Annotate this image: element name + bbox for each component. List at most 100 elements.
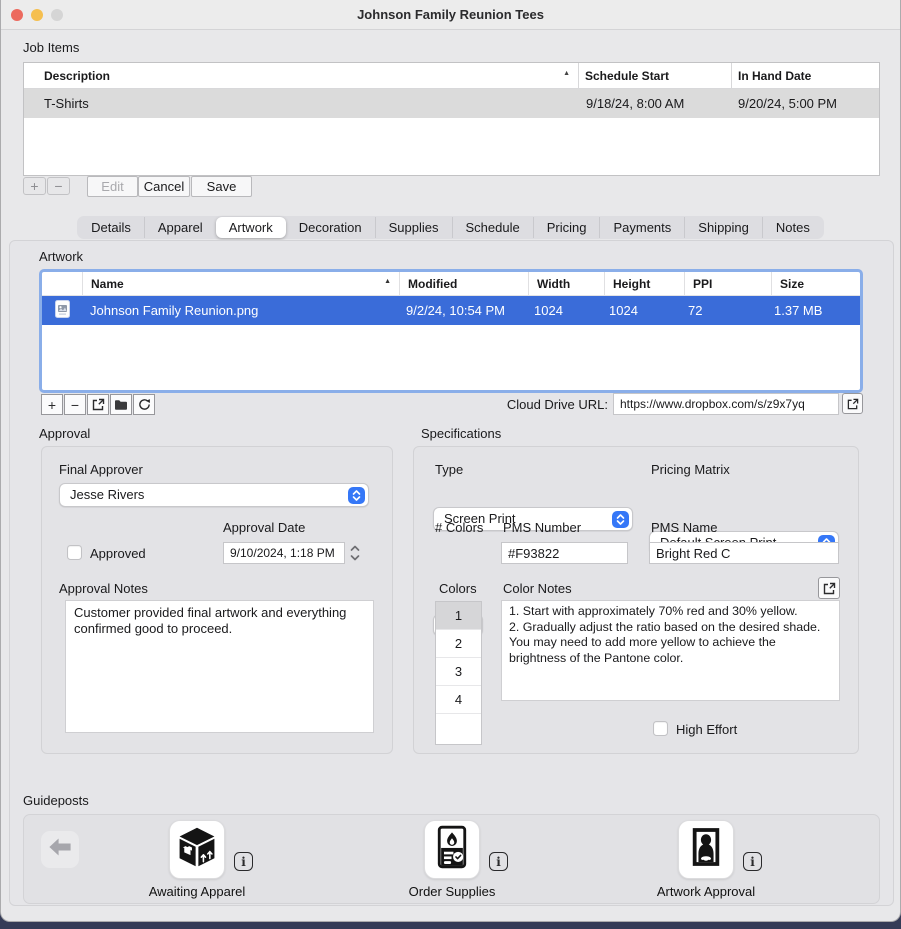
add-artwork-button[interactable]: + — [41, 394, 63, 415]
job-items-section-label: Job Items — [23, 40, 79, 55]
tab-apparel[interactable]: Apparel — [144, 217, 216, 238]
order-supplies-button[interactable] — [424, 820, 480, 879]
approval-notes-textarea[interactable]: Customer provided final artwork and ever… — [65, 600, 374, 733]
job-items-table[interactable]: Description ▲ Schedule Start In Hand Dat… — [23, 62, 880, 176]
awaiting-apparel-button[interactable] — [169, 820, 225, 879]
artwork-width-cell: 1024 — [526, 303, 601, 318]
dropdown-stepper-icon — [612, 511, 629, 528]
app-window: Johnson Family Reunion Tees Job Items De… — [0, 0, 901, 922]
image-file-icon — [55, 300, 70, 321]
order-supplies-info-icon[interactable]: i — [489, 852, 508, 871]
export-artwork-icon[interactable] — [87, 394, 109, 415]
pms-number-input[interactable]: #F93822 — [501, 542, 628, 564]
title-bar: Johnson Family Reunion Tees — [1, 0, 900, 30]
remove-artwork-button[interactable]: − — [64, 394, 86, 415]
final-approver-dropdown[interactable]: Jesse Rivers — [59, 483, 369, 507]
approval-date-input[interactable]: 9/10/2024, 1:18 PM — [223, 542, 345, 564]
artwork-section-label: Artwork — [39, 249, 83, 264]
type-label: Type — [435, 462, 463, 477]
artwork-approval-info-icon[interactable]: i — [743, 852, 762, 871]
sort-ascending-icon: ▲ — [563, 70, 570, 77]
dropdown-stepper-icon — [348, 487, 365, 504]
artwork-ppi-cell: 72 — [680, 303, 766, 318]
tab-pricing[interactable]: Pricing — [533, 217, 600, 238]
tab-decoration[interactable]: Decoration — [286, 217, 375, 238]
num-colors-label: # Colors — [435, 520, 483, 535]
artwork-approval-button[interactable] — [678, 820, 734, 879]
cancel-button[interactable]: Cancel — [138, 176, 190, 197]
job-detail-tabs: Details Apparel Artwork Decoration Suppl… — [77, 216, 824, 239]
color-notes-textarea[interactable]: 1. Start with approximately 70% red and … — [501, 600, 840, 701]
approved-checkbox-label: Approved — [90, 546, 146, 561]
pms-name-label: PMS Name — [651, 520, 717, 535]
cloud-drive-url-label: Cloud Drive URL: — [431, 397, 608, 412]
refresh-icon[interactable] — [133, 394, 155, 415]
color-list-item-4[interactable]: 4 — [436, 686, 481, 714]
final-approver-label: Final Approver — [59, 462, 143, 477]
job-items-header-description[interactable]: Description ▲ — [24, 69, 578, 83]
pricing-matrix-label: Pricing Matrix — [651, 462, 730, 477]
folder-icon[interactable] — [110, 394, 132, 415]
guidepost-label-order-supplies: Order Supplies — [367, 884, 537, 899]
job-item-in-hand-date-cell: 9/20/24, 5:00 PM — [732, 96, 879, 111]
tab-payments[interactable]: Payments — [599, 217, 684, 238]
back-arrow-icon — [48, 837, 72, 862]
high-effort-checkbox[interactable] — [653, 721, 668, 736]
artwork-header-row: Name ▲ Modified Width Height PPI Size — [42, 272, 860, 296]
artwork-header-modified[interactable]: Modified — [400, 277, 528, 291]
save-button[interactable]: Save — [191, 176, 252, 197]
expand-color-notes-icon[interactable] — [818, 577, 840, 599]
job-item-row[interactable]: T-Shirts 9/18/24, 8:00 AM 9/20/24, 5:00 … — [24, 89, 879, 118]
tab-details[interactable]: Details — [78, 217, 144, 238]
artwork-header-height[interactable]: Height — [605, 277, 684, 291]
artwork-modified-cell: 9/2/24, 10:54 PM — [398, 303, 526, 318]
guidepost-label-artwork-approval: Artwork Approval — [621, 884, 791, 899]
color-list-item-1[interactable]: 1 — [436, 602, 481, 630]
supplies-label-icon — [435, 824, 469, 875]
colors-list: 1 2 3 4 — [435, 601, 482, 745]
framed-artwork-icon — [689, 824, 723, 875]
approval-date-label: Approval Date — [223, 520, 305, 535]
remove-job-item-button[interactable]: − — [47, 177, 70, 195]
add-job-item-button[interactable]: + — [23, 177, 46, 195]
artwork-toolbar: + − — [41, 394, 156, 415]
tab-shipping[interactable]: Shipping — [684, 217, 762, 238]
approval-section-label: Approval — [39, 426, 90, 441]
artwork-header-size[interactable]: Size — [772, 277, 860, 291]
cloud-drive-url-input[interactable]: https://www.dropbox.com/s/z9x7yq — [613, 393, 839, 415]
job-items-header-schedule-start[interactable]: Schedule Start — [579, 69, 731, 83]
open-cloud-drive-url-icon[interactable] — [842, 393, 863, 414]
approved-checkbox[interactable] — [67, 545, 82, 560]
artwork-header-name[interactable]: Name ▲ — [83, 277, 399, 291]
job-items-header-in-hand-date[interactable]: In Hand Date — [732, 69, 879, 83]
artwork-header-width[interactable]: Width — [529, 277, 604, 291]
artwork-size-cell: 1.37 MB — [766, 303, 860, 318]
approval-date-stepper[interactable] — [349, 541, 361, 570]
artwork-height-cell: 1024 — [601, 303, 680, 318]
tab-artwork[interactable]: Artwork — [216, 217, 286, 238]
tab-notes[interactable]: Notes — [762, 217, 823, 238]
color-list-item-2[interactable]: 2 — [436, 630, 481, 658]
specifications-section-label: Specifications — [421, 426, 501, 441]
job-items-header-row: Description ▲ Schedule Start In Hand Dat… — [24, 63, 879, 89]
tab-supplies[interactable]: Supplies — [375, 217, 452, 238]
artwork-file-row-selected[interactable]: Johnson Family Reunion.png 9/2/24, 10:54… — [42, 296, 860, 325]
awaiting-apparel-info-icon[interactable]: i — [234, 852, 253, 871]
sort-ascending-icon: ▲ — [384, 278, 391, 285]
guidepost-label-awaiting-apparel: Awaiting Apparel — [112, 884, 282, 899]
guidepost-back-button[interactable] — [41, 831, 79, 868]
color-notes-label: Color Notes — [503, 581, 572, 596]
approval-notes-label: Approval Notes — [59, 581, 148, 596]
window-title: Johnson Family Reunion Tees — [1, 7, 900, 22]
artwork-header-ppi[interactable]: PPI — [685, 277, 771, 291]
apparel-box-icon — [175, 824, 219, 875]
guideposts-section-label: Guideposts — [23, 793, 89, 808]
tab-schedule[interactable]: Schedule — [452, 217, 533, 238]
edit-button[interactable]: Edit — [87, 176, 138, 197]
job-item-schedule-start-cell: 9/18/24, 8:00 AM — [580, 96, 732, 111]
pms-name-input[interactable]: Bright Red C — [649, 542, 839, 564]
color-list-item-3[interactable]: 3 — [436, 658, 481, 686]
colors-list-label: Colors — [439, 581, 477, 596]
artwork-files-table[interactable]: Name ▲ Modified Width Height PPI Size — [39, 269, 863, 393]
artwork-name-cell: Johnson Family Reunion.png — [82, 303, 398, 318]
